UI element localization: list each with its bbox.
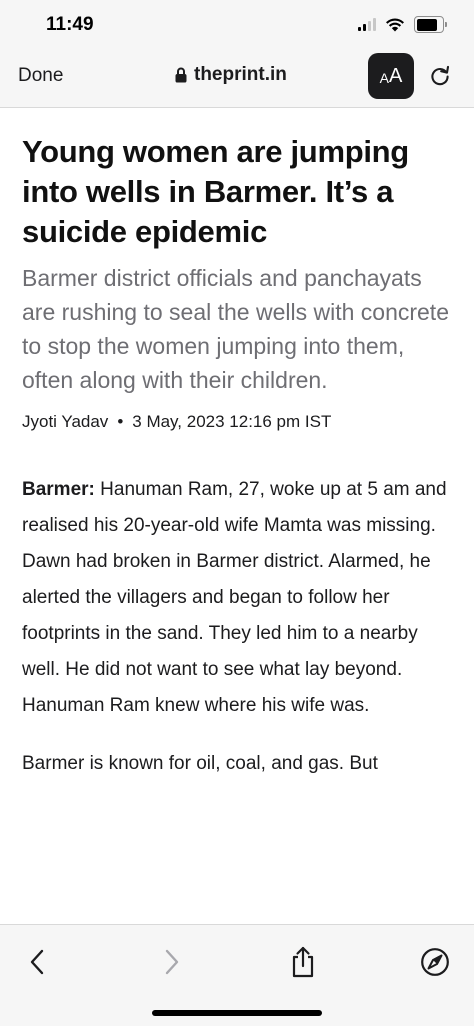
back-chevron-icon — [30, 949, 44, 975]
byline: Jyoti Yadav • 3 May, 2023 12:16 pm IST — [22, 412, 452, 432]
forward-chevron-icon — [165, 949, 179, 975]
share-icon — [292, 946, 314, 978]
paragraph-dateline: Barmer: — [22, 479, 95, 500]
status-time: 11:49 — [46, 14, 94, 35]
screen: 11:49 Done theprint.in A A Young women a… — [0, 0, 474, 1026]
bottom-toolbar — [0, 924, 474, 1026]
article-subhead: Barmer district officials and panchayats… — [22, 265, 449, 393]
forward-button[interactable] — [155, 945, 189, 979]
article-paragraph: Barmer is known for oil, coal, and gas. … — [22, 753, 378, 774]
reader-text-size-button[interactable]: AA — [368, 53, 414, 99]
byline-separator: • — [117, 412, 124, 431]
safari-button[interactable] — [418, 945, 452, 979]
compass-icon — [421, 948, 449, 976]
browser-nav-bar: Done theprint.in AA — [0, 50, 474, 108]
home-indicator — [152, 1010, 322, 1016]
share-button[interactable] — [286, 945, 320, 979]
wifi-icon — [386, 18, 404, 32]
article-headline: Young women are jumping into wells in Ba… — [22, 134, 409, 249]
reload-icon[interactable] — [428, 64, 452, 88]
reader-label-small: A — [379, 70, 389, 86]
status-bar: 11:49 — [0, 0, 474, 50]
author-name: Jyoti Yadav — [22, 412, 109, 431]
url-text: theprint.in — [194, 64, 287, 85]
publish-date: 3 May, 2023 12:16 pm IST — [132, 412, 332, 431]
lock-icon — [175, 67, 187, 83]
address-bar[interactable]: theprint.in — [175, 64, 287, 86]
cellular-signal-icon — [358, 18, 376, 31]
status-icons — [358, 16, 447, 33]
battery-icon — [414, 16, 447, 33]
reader-label-large: A — [389, 64, 403, 87]
article: Young women are jumping into wells in Ba… — [22, 132, 452, 782]
article-paragraph: Barmer: Hanuman Ram, 27, woke up at 5 am… — [22, 472, 452, 724]
done-button[interactable]: Done — [18, 65, 63, 87]
paragraph-body: Hanuman Ram, 27, woke up at 5 am and rea… — [22, 479, 447, 716]
back-button[interactable] — [20, 945, 54, 979]
